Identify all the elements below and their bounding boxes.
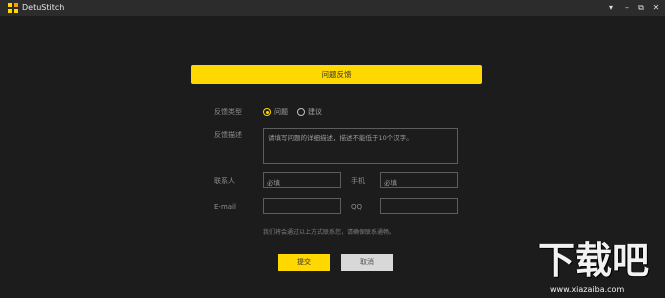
qq-input[interactable] [380, 198, 458, 214]
cancel-button[interactable]: 取消 [341, 254, 393, 271]
watermark-text: 下载吧 [538, 239, 649, 282]
radio-selected-icon [263, 108, 271, 116]
app-logo-icon [8, 3, 18, 13]
submit-button[interactable]: 提交 [278, 254, 330, 271]
watermark-logo: 下载吧 www.xiazaiba.com [536, 236, 660, 296]
title-bar: DetuStitch ▾ – ⧉ ✕ [0, 0, 665, 16]
watermark-url: www.xiazaiba.com [550, 285, 625, 294]
radio-unselected-icon [297, 108, 305, 116]
qq-label: QQ [351, 203, 363, 211]
feedback-type-label: 反馈类型 [214, 108, 242, 116]
email-input[interactable] [263, 198, 341, 214]
feedback-desc-textarea[interactable]: 请填写问题的详细描述，描述不能低于10个汉字。 [263, 128, 458, 164]
phone-label: 手机 [351, 177, 365, 185]
feedback-desc-label: 反馈描述 [214, 131, 242, 139]
feedback-header: 问题反馈 [191, 65, 482, 84]
restore-icon[interactable]: ⧉ [634, 0, 648, 16]
minimize-icon[interactable]: – [620, 0, 634, 16]
phone-input[interactable]: 必填 [380, 172, 458, 188]
radio-suggestion[interactable]: 建议 [297, 107, 322, 117]
radio-problem[interactable]: 问题 [263, 107, 288, 117]
radio-suggestion-label: 建议 [308, 108, 322, 116]
contact-hint: 我们将会通过以上方式联系您，请确保联系通畅。 [263, 229, 396, 236]
radio-problem-label: 问题 [274, 108, 288, 116]
close-icon[interactable]: ✕ [649, 0, 663, 16]
app-title: DetuStitch [22, 3, 65, 12]
contact-input[interactable]: 必填 [263, 172, 341, 188]
dropdown-menu-icon[interactable]: ▾ [604, 0, 618, 16]
email-label: E-mail [214, 203, 236, 211]
contact-label: 联系人 [214, 177, 235, 185]
